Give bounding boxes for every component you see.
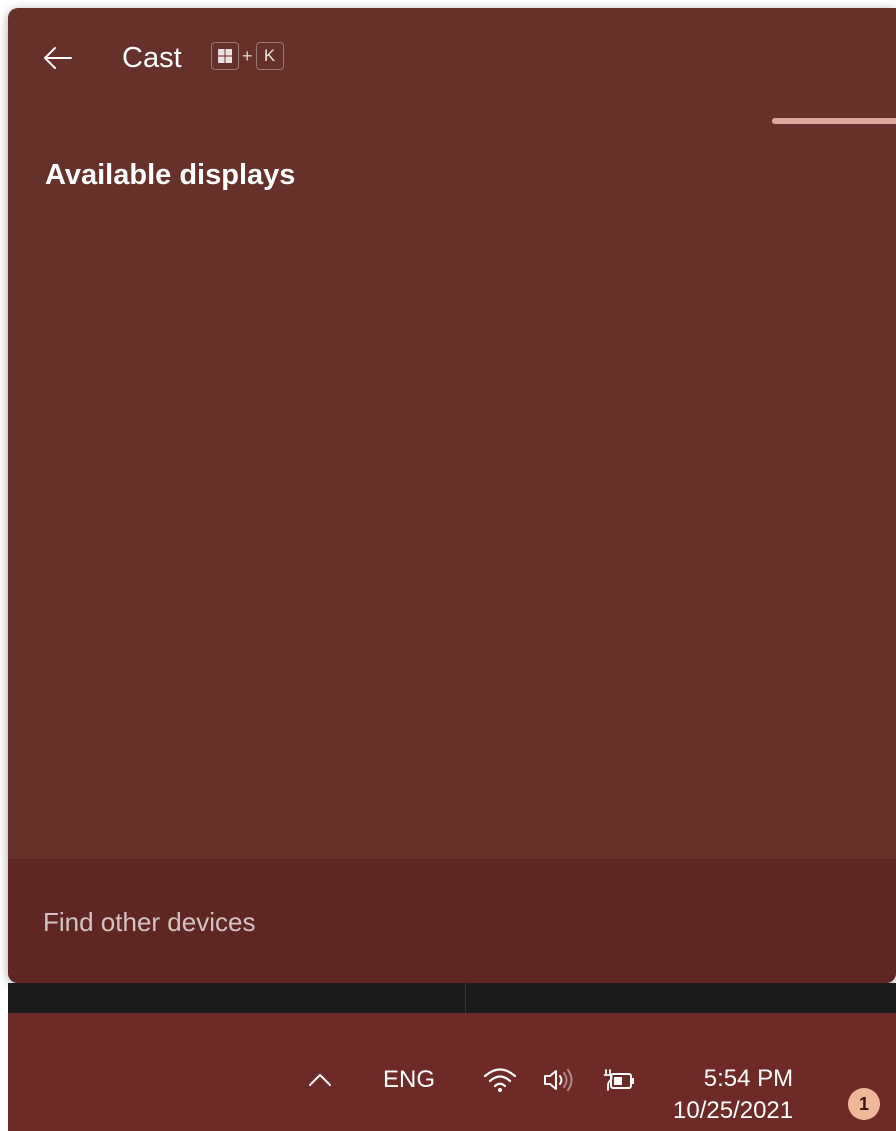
clock-date: 10/25/2021: [673, 1097, 794, 1124]
flyout-title: Cast: [122, 42, 182, 74]
battery-button[interactable]: [598, 1058, 642, 1102]
taskbar-top-strip: [8, 983, 896, 1013]
windows-key-icon: [211, 42, 239, 70]
clock-time: 5:54 PM: [703, 1065, 794, 1092]
wifi-button[interactable]: [478, 1058, 522, 1102]
displays-list: [8, 218, 896, 858]
cast-flyout: Cast + K Available displays Find other d…: [8, 8, 896, 983]
show-hidden-icons-button[interactable]: [298, 1058, 342, 1102]
k-key: K: [255, 42, 284, 70]
back-arrow-icon: [44, 47, 72, 69]
flyout-footer: Find other devices: [8, 859, 896, 983]
shortcut-plus: +: [242, 45, 253, 66]
back-button[interactable]: [36, 36, 80, 80]
notification-badge[interactable]: 1: [848, 1088, 880, 1120]
searching-progress-bar: [772, 118, 896, 124]
clock[interactable]: 5:54 PM 10/25/2021: [673, 1063, 793, 1127]
flyout-header: Cast + K: [8, 8, 896, 124]
find-other-devices-link[interactable]: Find other devices: [43, 902, 255, 942]
wifi-icon: [483, 1068, 517, 1092]
chevron-up-icon: [309, 1074, 331, 1086]
battery-charging-icon: [603, 1069, 634, 1091]
keyboard-shortcut: + K: [211, 42, 284, 70]
strip-divider: [465, 983, 466, 1013]
language-indicator[interactable]: ENG: [374, 1058, 444, 1102]
volume-icon: [544, 1069, 573, 1091]
taskbar: ENG 5:54 PM 10/25/2021 1: [8, 1013, 896, 1131]
volume-button[interactable]: [536, 1058, 580, 1102]
screen: Cast + K Available displays Find other d…: [0, 0, 896, 1131]
available-displays-heading: Available displays: [45, 159, 296, 191]
